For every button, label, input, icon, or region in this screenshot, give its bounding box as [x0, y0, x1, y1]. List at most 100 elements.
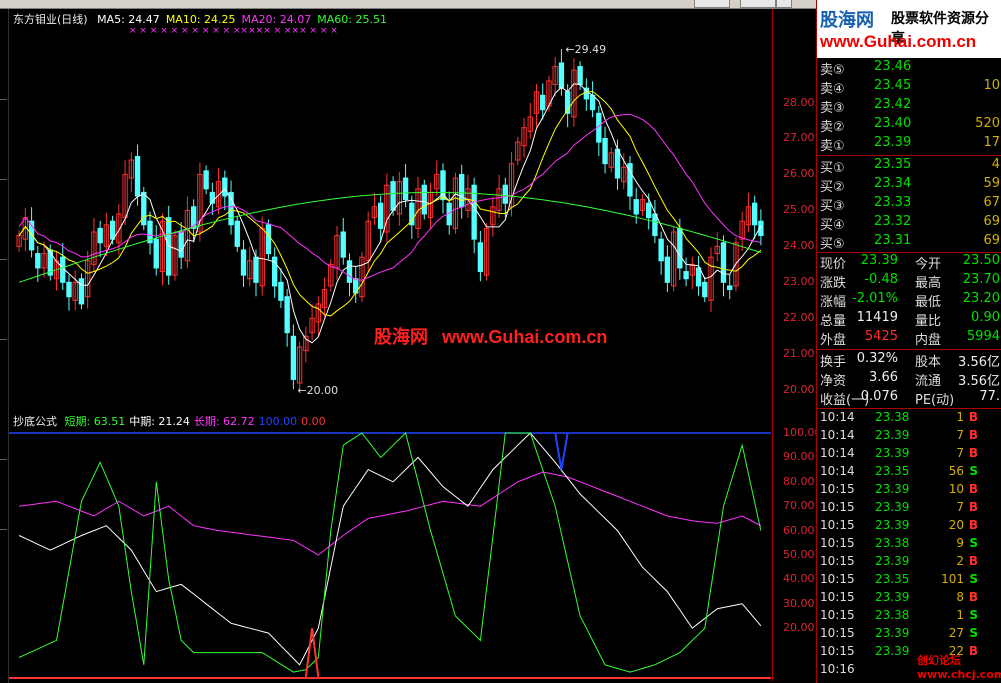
indicator-legend-item: 长期: 62.72	[193, 415, 255, 428]
quote-label: 卖⑤	[820, 63, 845, 78]
tick-volume: 7	[956, 446, 964, 460]
candle-body	[178, 231, 184, 258]
tick-direction: B	[968, 554, 978, 568]
stat-row: 收益(一) 0.076 PE(动) 77.	[817, 389, 1001, 408]
tick-time: 10:15	[820, 626, 855, 640]
bid-row[interactable]: 买③ 23.33 67	[817, 195, 1001, 214]
stat-row: 涨幅 -2.01% 最低 23.20	[817, 291, 1001, 310]
candle-body	[646, 202, 652, 219]
signal-markers: × × × × × × × × × × ××××× × ××× × × ×	[129, 26, 338, 36]
stat-value: 23.20	[962, 291, 1000, 306]
tick-direction: S	[969, 626, 978, 640]
tick-time: 10:15	[820, 590, 855, 604]
ask-row[interactable]: 卖② 23.40 520	[817, 116, 1001, 135]
stat-value: 23.39	[860, 253, 898, 268]
tick-row: 10:15 23.39 7 B	[817, 500, 1001, 518]
tick-row: 10:15 23.39 10 B	[817, 482, 1001, 500]
quote-volume: 69	[983, 214, 1000, 229]
long-term-line	[19, 471, 762, 556]
tick-volume: 2	[956, 554, 964, 568]
toolbar-button[interactable]	[740, 0, 776, 8]
quote-label: 卖④	[820, 82, 845, 97]
indicator-axis-tick: 80.00	[783, 474, 815, 488]
quote-label: 买③	[820, 199, 845, 214]
candle-body	[702, 281, 708, 298]
stat-value: 0.90	[971, 310, 1000, 325]
stat-label: 股本	[915, 355, 942, 370]
stat-label: 涨跌	[820, 276, 847, 291]
ask-row[interactable]: 卖① 23.39 17	[817, 135, 1001, 154]
stat-value: 23.50	[962, 253, 1000, 268]
bid-row[interactable]: 买④ 23.32 69	[817, 214, 1001, 233]
tick-row: 10:15 23.38 1 S	[817, 608, 1001, 626]
ask-row[interactable]: 卖⑤ 23.46	[817, 59, 1001, 78]
ask-row[interactable]: 卖④ 23.45 10	[817, 78, 1001, 97]
tick-row: 10:15 23.35 101 S	[817, 572, 1001, 590]
candle-body	[377, 202, 384, 229]
tick-row: 10:14 23.39 7 B	[817, 446, 1001, 464]
ma-legend-item: MA10: 24.25	[165, 13, 236, 26]
tick-direction: B	[968, 428, 978, 442]
bid-row[interactable]: 买② 23.34 59	[817, 176, 1001, 195]
tick-price: 23.39	[875, 644, 910, 658]
tick-volume: 9	[956, 536, 964, 550]
candle-body	[346, 260, 353, 283]
quote-price: 23.35	[874, 157, 912, 172]
candle-body	[614, 148, 621, 179]
quote-price: 23.39	[874, 135, 912, 150]
quote-price: 23.34	[874, 176, 912, 191]
tick-price: 23.38	[875, 608, 910, 622]
price-chart[interactable]: × × × × × × × × × × ××××× × ××× × × × ←29…	[9, 9, 771, 409]
tick-price: 23.35	[875, 572, 910, 586]
indicator-axis-tick: 90.00	[783, 450, 815, 464]
tick-time: 10:15	[820, 482, 855, 496]
ma-legend-item: MA60: 25.51	[317, 13, 387, 26]
price-axis-tick: 28.00	[783, 95, 815, 109]
bid-row[interactable]: 买① 23.35 4	[817, 157, 1001, 176]
price-chart-canvas: × × × × × × × × × × ××××× × ××× × × × ←29…	[16, 26, 764, 397]
bid-row[interactable]: 买⑤ 23.31 69	[817, 233, 1001, 252]
indicator-axis-tick: 30.00	[783, 596, 815, 610]
tick-price: 23.38	[875, 536, 910, 550]
stat-label: 现价	[820, 257, 847, 272]
high-annotation: ←29.49	[565, 43, 606, 56]
stat-row: 总量 11419 量比 0.90	[817, 310, 1001, 329]
price-axis-tick: 25.00	[783, 203, 815, 217]
candle-body	[402, 177, 409, 201]
toolbar-button[interactable]	[694, 0, 730, 8]
quote-volume: 59	[983, 176, 1000, 191]
quote-label: 买①	[820, 161, 845, 176]
left-sidebar	[0, 9, 9, 683]
candle-body	[577, 66, 583, 86]
divider	[817, 155, 1001, 156]
ma-legend: MA5: 24.47 MA10: 24.25 MA20: 24.07 MA60: 25…	[97, 13, 393, 26]
indicator-legend: 短期: 63.51 中期: 21.24 长期: 62.72 100.00 0.00	[65, 415, 330, 428]
candle-body	[340, 231, 346, 258]
ask-row[interactable]: 卖③ 23.42	[817, 97, 1001, 116]
candle-body	[602, 137, 608, 165]
tick-direction: B	[968, 500, 978, 514]
stat-value: 77.	[979, 389, 1000, 404]
tick-time: 10:14	[820, 410, 855, 424]
tick-volume: 20	[948, 518, 964, 532]
candle-body	[222, 177, 228, 197]
candle-body	[66, 281, 72, 298]
indicator-legend-item: 中期: 21.24	[129, 415, 190, 428]
candle-body	[677, 227, 683, 269]
toolbar-button[interactable]	[776, 0, 792, 8]
stat-label: 流通	[915, 374, 942, 389]
quote-volume: 4	[991, 157, 1000, 172]
tick-row: 10:15 23.39 27 S	[817, 626, 1001, 644]
indicator-legend-item: 100.00	[258, 415, 298, 428]
price-axis-tick: 22.00	[783, 311, 815, 325]
quote-price: 23.40	[874, 116, 912, 131]
candle-body	[502, 184, 508, 204]
ma-legend-item: MA5: 24.47	[97, 13, 160, 26]
indicator-title: 抄底公式	[13, 415, 57, 428]
tick-direction: S	[969, 464, 978, 478]
indicator-chart[interactable]: 抄底公式 短期: 63.51 中期: 21.24 长期: 62.72 100.00 0.…	[9, 411, 771, 681]
tick-direction: B	[968, 482, 978, 496]
stat-value: 3.56亿	[958, 374, 1000, 389]
candle-body	[290, 335, 297, 380]
tick-volume: 56	[948, 464, 964, 478]
